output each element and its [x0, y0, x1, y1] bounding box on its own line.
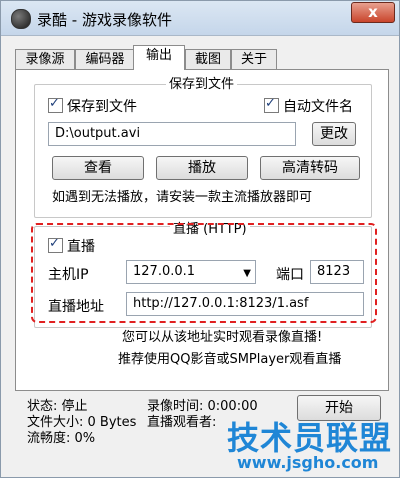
live-highlight-outline	[31, 223, 377, 323]
auto-filename-checkbox[interactable]: 自动文件名	[264, 96, 353, 116]
play-button[interactable]: 播放	[156, 156, 248, 180]
hd-convert-button[interactable]: 高清转码	[260, 156, 360, 180]
auto-filename-label: 自动文件名	[283, 99, 353, 115]
save-to-file-label: 保存到文件	[67, 99, 137, 115]
tab-encoder[interactable]: 编码器	[75, 49, 135, 69]
title-bar: 录酷 - 游戏录像软件 x	[1, 1, 399, 36]
checkbox-checked-icon	[48, 96, 63, 113]
live-note-1: 您可以从该地址实时观看录像直播!	[122, 330, 323, 345]
output-path-field[interactable]: D:\output.avi	[48, 122, 296, 146]
app-window: 录酷 - 游戏录像软件 x 录像源 编码器 输出 截图 关于 保存到文件 保存到…	[0, 0, 400, 478]
window-title: 录酷 - 游戏录像软件	[37, 11, 172, 29]
close-button[interactable]: x	[351, 2, 395, 23]
save-group-title: 保存到文件	[166, 73, 238, 92]
save-to-file-checkbox[interactable]: 保存到文件	[48, 96, 137, 116]
status-live-viewers: 直播观看者:	[147, 415, 217, 430]
status-fluency: 流畅度: 0%	[27, 431, 96, 446]
tab-screenshot[interactable]: 截图	[185, 49, 231, 69]
view-button[interactable]: 查看	[52, 156, 144, 180]
tab-output[interactable]: 输出	[133, 45, 185, 70]
change-button[interactable]: 更改	[312, 122, 356, 146]
watermark-url: www.jsgho.com	[237, 453, 379, 472]
tab-about[interactable]: 关于	[231, 49, 277, 69]
checkbox-checked-icon	[264, 96, 279, 113]
tab-source[interactable]: 录像源	[15, 49, 75, 69]
live-note-2: 推荐使用QQ影音或SMPlayer观看直播	[118, 352, 342, 367]
app-logo-icon	[11, 9, 31, 29]
playback-hint: 如遇到无法播放，请安装一款主流播放器即可	[52, 190, 313, 205]
